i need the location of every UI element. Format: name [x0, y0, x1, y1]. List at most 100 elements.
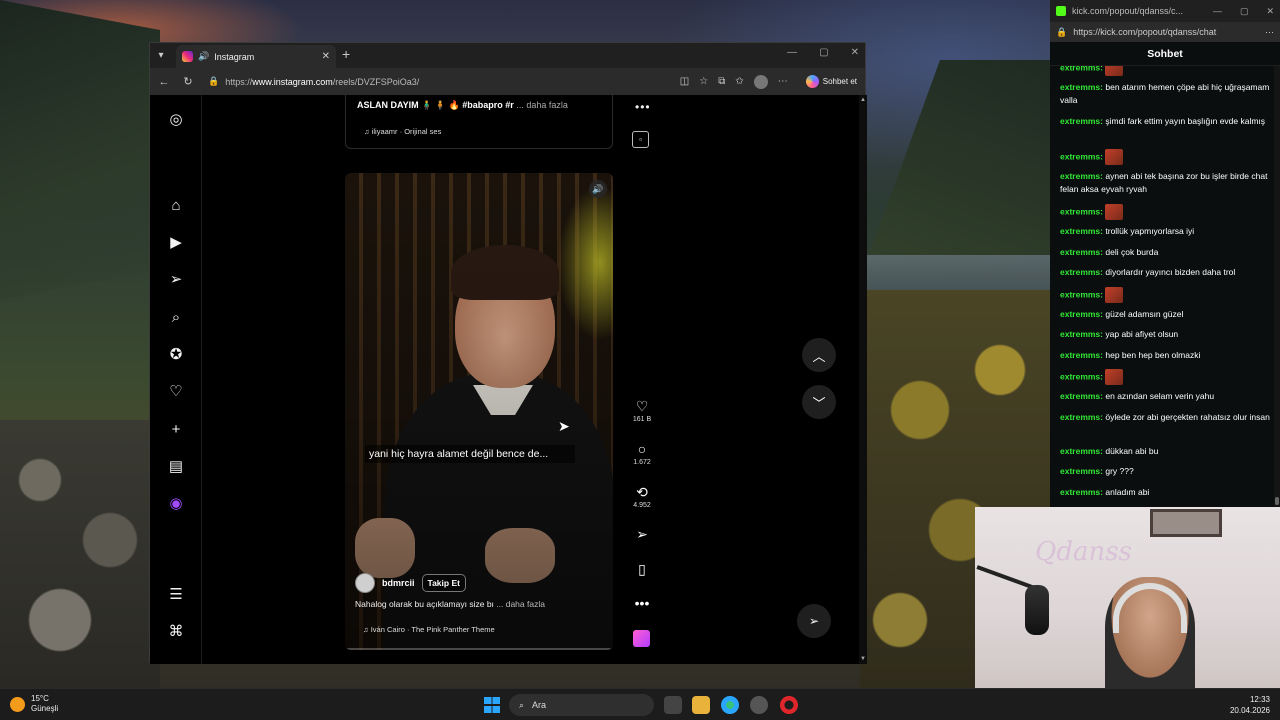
chat-url[interactable]: https://kick.com/popout/qdanss/chat — [1073, 27, 1259, 37]
previous-reel-button[interactable]: ︿ — [802, 338, 836, 372]
maximize-icon[interactable]: ▢ — [819, 47, 828, 58]
comment-button[interactable]: ○ 1.672 — [630, 441, 654, 466]
mute-toggle-icon[interactable]: 🔊 — [589, 180, 607, 198]
search-icon[interactable]: ⌕ — [166, 307, 186, 327]
chat-username[interactable]: extremms: — [1060, 66, 1103, 72]
chat-username[interactable]: extremms: — [1060, 289, 1103, 299]
threads-icon[interactable]: ⌘ — [166, 621, 186, 641]
chat-username[interactable]: extremms: — [1060, 116, 1103, 126]
new-tab-button[interactable]: + — [342, 46, 350, 62]
scroll-up-icon[interactable]: ▲ — [860, 97, 866, 103]
chat-lock-icon[interactable]: 🔒 — [1056, 27, 1067, 38]
author-username[interactable]: bdmrcii — [382, 578, 415, 588]
notifications-heart-icon[interactable]: ♡ — [166, 381, 186, 401]
favorite-star-icon[interactable]: ☆ — [699, 76, 708, 87]
chat-username[interactable]: extremms: — [1060, 371, 1103, 381]
next-reel-button[interactable]: ﹀ — [802, 385, 836, 419]
chat-more-icon[interactable]: ⋯ — [1265, 27, 1274, 38]
lock-icon[interactable]: 🔒 — [208, 76, 219, 87]
reel-more-link[interactable]: ... daha fazla — [496, 599, 545, 609]
chat-username[interactable]: extremms: — [1060, 206, 1103, 216]
chat-username[interactable]: extremms: — [1060, 329, 1103, 339]
previous-reel-audio[interactable]: ♫ iliyaamr · Orijinal ses — [364, 127, 441, 136]
chat-username[interactable]: extremms: — [1060, 247, 1103, 257]
chat-message: extremms: diyorlardır yayıncı bizden dah… — [1060, 266, 1270, 279]
repost-button[interactable]: ⟲ 4.952 — [630, 484, 654, 509]
like-button[interactable]: ♡ 161 B — [630, 398, 654, 423]
chat-username[interactable]: extremms: — [1060, 309, 1103, 319]
audio-thumbnail[interactable] — [633, 630, 650, 647]
chat-username[interactable]: extremms: — [1060, 446, 1103, 456]
reel-video[interactable]: 🔊 yani hiç hayra alamet değil bence de..… — [345, 173, 613, 650]
chat-username[interactable]: extremms: — [1060, 171, 1103, 181]
chat-close-icon[interactable]: ✕ — [1266, 6, 1274, 17]
webcam-neon-sign: Qdanss — [1035, 537, 1132, 567]
page-scrollbar[interactable]: ▲ ▼ — [859, 95, 867, 664]
save-button[interactable]: ▯ — [630, 561, 654, 577]
create-icon[interactable]: + — [166, 419, 186, 439]
previous-reel-more-link[interactable]: ... daha fazla — [516, 100, 568, 110]
taskbar-search[interactable]: ⌕ Ara — [509, 694, 654, 716]
chat-username[interactable]: extremms: — [1060, 487, 1103, 497]
reel-caption-text: Nahalog olarak bu açıklamayı size bı — [355, 599, 494, 609]
file-explorer-icon[interactable] — [692, 696, 710, 714]
url-field[interactable]: 🔒 https://www.instagram.com/reels/DVZFSP… — [206, 72, 668, 91]
reel-options-button[interactable]: ••• — [630, 595, 654, 611]
chat-username[interactable]: extremms: — [1060, 226, 1103, 236]
refresh-icon[interactable]: ↻ — [182, 75, 194, 88]
home-icon[interactable]: ⌂ — [166, 195, 186, 215]
tab-close-icon[interactable]: ✕ — [322, 51, 330, 62]
start-button-windows-icon[interactable] — [484, 697, 500, 713]
edge-browser-icon[interactable] — [721, 696, 739, 714]
share-button[interactable]: ➢ — [630, 526, 654, 542]
chat-username[interactable]: extremms: — [1060, 391, 1103, 401]
url-prefix: https:// — [225, 76, 253, 87]
split-screen-icon[interactable]: ◫ — [680, 76, 689, 87]
author-avatar[interactable] — [355, 573, 375, 593]
meta-ai-icon[interactable]: ◉ — [166, 493, 186, 513]
chat-minimize-icon[interactable]: — — [1213, 6, 1222, 17]
chevron-down-icon: ﹀ — [812, 395, 826, 411]
chat-username[interactable]: extremms: — [1060, 267, 1103, 277]
more-menu-icon[interactable]: ☰ — [166, 584, 186, 604]
instagram-logo-icon[interactable]: ◎ — [166, 109, 186, 129]
more-menu-icon[interactable]: ⋯ — [778, 76, 788, 87]
messages-icon[interactable]: ➢ — [166, 269, 186, 289]
reels-icon[interactable]: ▶ — [166, 232, 186, 252]
explore-icon[interactable]: ✪ — [166, 344, 186, 364]
minimize-icon[interactable]: — — [787, 47, 797, 58]
reel-audio[interactable]: ♫ Iván Cairo · The Pink Panther Theme — [363, 625, 495, 634]
favorites-icon[interactable]: ✩ — [735, 76, 743, 87]
tab-actions-chevron-icon[interactable]: ▾ — [150, 43, 172, 68]
previous-reel-options-icon[interactable]: ••• — [635, 100, 651, 114]
chat-username[interactable]: extremms: — [1060, 82, 1103, 92]
chat-maximize-icon[interactable]: ▢ — [1240, 6, 1249, 17]
app-icon[interactable] — [750, 696, 768, 714]
weather-widget[interactable]: 15°C Güneşli — [10, 694, 58, 714]
scroll-down-icon[interactable]: ▼ — [860, 656, 866, 662]
previous-reel-audio-thumb-icon[interactable]: ▫ — [632, 131, 649, 148]
chat-message: extremms: hep ben hep ben olmazki — [1060, 349, 1270, 362]
chat-scroll-thumb[interactable] — [1275, 497, 1279, 505]
chat-username[interactable]: extremms: — [1060, 350, 1103, 360]
chat-message-text: hep ben hep ben olmazki — [1105, 349, 1201, 360]
chat-scrollbar[interactable] — [1274, 66, 1280, 507]
extensions-icon[interactable]: ⧉ — [718, 76, 725, 87]
follow-button[interactable]: Takip Et — [421, 574, 466, 592]
tab-audio-icon[interactable]: 🔊 — [198, 51, 209, 62]
back-icon[interactable]: ← — [158, 76, 170, 88]
taskbar-clock[interactable]: 12:33 20.04.2026 — [1230, 694, 1270, 716]
close-window-icon[interactable]: ✕ — [851, 47, 859, 58]
opera-browser-icon[interactable] — [780, 696, 798, 714]
profile-avatar[interactable] — [753, 74, 768, 89]
chat-username[interactable]: extremms: — [1060, 412, 1103, 422]
messages-fab-button[interactable]: ➢ — [797, 604, 831, 638]
tab-instagram[interactable]: 🔊 Instagram ✕ — [176, 45, 336, 68]
dashboard-icon[interactable]: ▤ — [166, 456, 186, 476]
video-progress-bar[interactable] — [345, 648, 613, 650]
previous-reel-card[interactable]: ASLAN DAYIM 🧍‍♂️ 🧍 🔥 #babapro #r ... dah… — [345, 95, 613, 149]
copilot-button[interactable]: Sohbet et — [805, 75, 857, 88]
chat-username[interactable]: extremms: — [1060, 466, 1103, 476]
task-view-icon[interactable] — [664, 696, 682, 714]
chat-username[interactable]: extremms: — [1060, 151, 1103, 161]
